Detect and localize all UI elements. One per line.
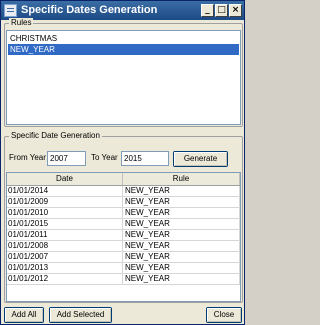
generate-button-label: Generate	[174, 152, 227, 166]
rule-cell: NEW_YEAR	[123, 197, 240, 207]
from-year-input[interactable]	[47, 151, 86, 166]
rule-cell: NEW_YEAR	[123, 252, 240, 262]
column-header-rule[interactable]: Rule	[123, 173, 240, 185]
table-row[interactable]: 01/01/2015 NEW_YEAR	[7, 219, 240, 230]
table-row[interactable]: 01/01/2008 NEW_YEAR	[7, 241, 240, 252]
date-cell: 01/01/2015	[7, 219, 123, 229]
rule-cell: NEW_YEAR	[123, 208, 240, 218]
table-row[interactable]: 01/01/2007 NEW_YEAR	[7, 252, 240, 263]
table-row[interactable]: 01/01/2012 NEW_YEAR	[7, 274, 240, 285]
date-cell: 01/01/2013	[7, 263, 123, 273]
close-button-label: Close	[207, 308, 241, 322]
rule-cell: NEW_YEAR	[123, 230, 240, 240]
add-selected-button[interactable]: Add Selected	[49, 307, 112, 323]
close-window-button[interactable]: ×	[229, 4, 242, 17]
rule-cell: NEW_YEAR	[123, 186, 240, 196]
rule-item-new-year[interactable]: NEW_YEAR	[8, 44, 239, 55]
rules-group: Rules CHRISTMAS NEW_YEAR	[4, 18, 243, 127]
table-row[interactable]: 01/01/2014 NEW_YEAR	[7, 186, 240, 197]
close-button[interactable]: Close	[206, 307, 242, 323]
generate-button[interactable]: Generate	[173, 151, 228, 167]
rule-cell: NEW_YEAR	[123, 241, 240, 251]
generation-group: Specific Date Generation From Year To Ye…	[4, 131, 243, 303]
add-all-button[interactable]: Add All	[4, 307, 44, 323]
rule-cell: NEW_YEAR	[123, 219, 240, 229]
title-bar[interactable]: Specific Dates Generation _ □ ×	[1, 1, 244, 20]
from-year-label: From Year	[9, 153, 46, 162]
add-all-button-label: Add All	[5, 308, 43, 322]
window-title: Specific Dates Generation	[21, 4, 158, 16]
date-cell: 01/01/2012	[7, 274, 123, 284]
rule-cell: NEW_YEAR	[123, 263, 240, 273]
generated-dates-grid[interactable]: Date Rule 01/01/2014 NEW_YEAR 01/01/2009…	[6, 172, 241, 302]
maximize-button[interactable]: □	[215, 4, 228, 17]
to-year-label: To Year	[91, 153, 118, 162]
rules-list[interactable]: CHRISTMAS NEW_YEAR	[6, 30, 241, 125]
date-cell: 01/01/2011	[7, 230, 123, 240]
date-cell: 01/01/2010	[7, 208, 123, 218]
date-cell: 01/01/2007	[7, 252, 123, 262]
table-row[interactable]: 01/01/2010 NEW_YEAR	[7, 208, 240, 219]
column-header-date[interactable]: Date	[7, 173, 123, 185]
generation-group-label: Specific Date Generation	[9, 131, 102, 140]
date-cell: 01/01/2008	[7, 241, 123, 251]
grid-header: Date Rule	[7, 173, 240, 186]
table-row[interactable]: 01/01/2011 NEW_YEAR	[7, 230, 240, 241]
rule-item-christmas[interactable]: CHRISTMAS	[8, 33, 239, 44]
add-selected-button-label: Add Selected	[50, 308, 111, 322]
date-cell: 01/01/2009	[7, 197, 123, 207]
dialog-window: Specific Dates Generation _ □ × Rules CH…	[0, 0, 245, 325]
to-year-input[interactable]	[121, 151, 169, 166]
date-cell: 01/01/2014	[7, 186, 123, 196]
rule-cell: NEW_YEAR	[123, 274, 240, 284]
rules-group-label: Rules	[9, 18, 34, 27]
app-icon	[4, 4, 17, 17]
minimize-button[interactable]: _	[201, 4, 214, 17]
table-row[interactable]: 01/01/2013 NEW_YEAR	[7, 263, 240, 274]
table-row[interactable]: 01/01/2009 NEW_YEAR	[7, 197, 240, 208]
